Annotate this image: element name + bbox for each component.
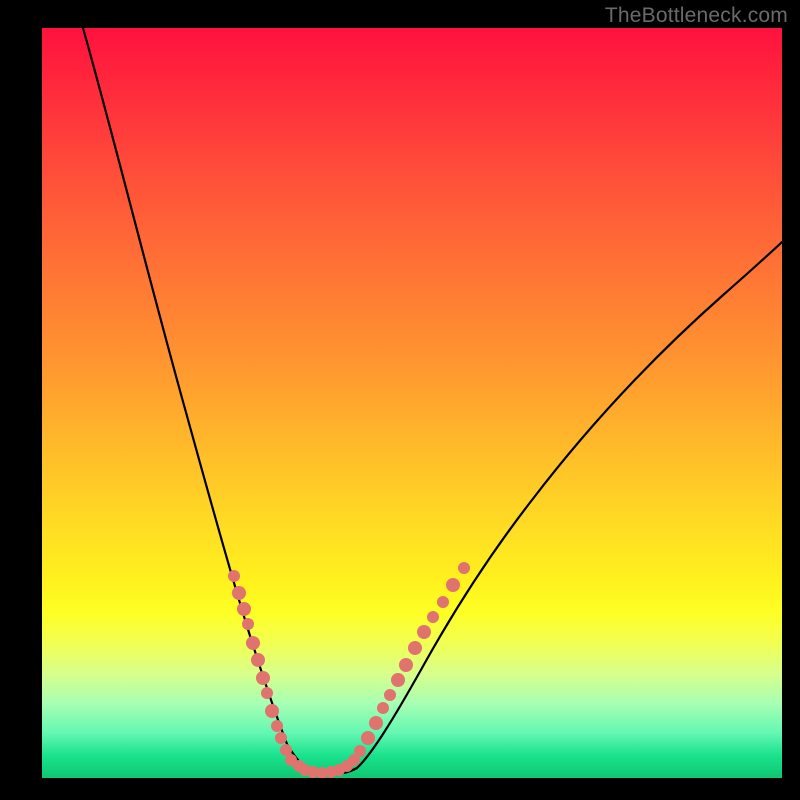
highlight-dots-group <box>228 562 470 778</box>
right-branch-curve <box>357 242 782 768</box>
chart-frame: TheBottleneck.com <box>0 0 800 800</box>
watermark-text: TheBottleneck.com <box>605 4 788 28</box>
left-branch-curve <box>83 28 307 768</box>
curve-layer <box>42 28 782 778</box>
plot-area <box>42 28 782 778</box>
